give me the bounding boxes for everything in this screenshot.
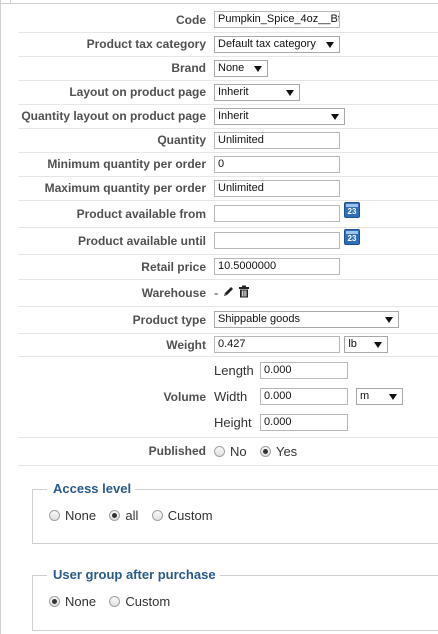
row-tax-category: Product tax category Default tax categor… [18, 32, 438, 57]
calendar-icon[interactable]: 23 [344, 202, 360, 218]
published-yes-label: Yes [275, 443, 298, 459]
user-group-fieldset: User group after purchase None Custom [32, 567, 438, 631]
product-type-value: Shippable goods [218, 313, 300, 325]
row-brand: Brand None [18, 56, 438, 81]
user-group-custom-label: Custom [125, 594, 171, 610]
row-published: Published No Yes [18, 437, 438, 466]
chevron-down-icon [385, 317, 393, 323]
row-retail-price: Retail price 10.5000000 [18, 254, 438, 280]
min-qty-input[interactable]: 0 [214, 155, 340, 173]
length-input[interactable]: 0.000 [260, 362, 348, 379]
weight-unit-value: lb [348, 338, 357, 350]
calendar-icon[interactable]: 23 [344, 229, 360, 245]
width-input[interactable]: 0.000 [260, 388, 348, 405]
layout-label: Layout on product page [18, 80, 210, 105]
row-product-type: Product type Shippable goods [18, 306, 438, 334]
row-volume: Volume Length 0.000 Width 0.000 m Height [18, 356, 438, 438]
published-yes-radio[interactable] [259, 445, 271, 457]
row-layout: Layout on product page Inherit [18, 80, 438, 105]
max-qty-input[interactable]: Unlimited [214, 179, 340, 197]
height-label: Height [214, 415, 252, 430]
product-params-table: Code Pumpkin_Spice_4oz__Btl Product tax … [18, 8, 438, 466]
access-all-radio[interactable] [109, 510, 121, 522]
product-form-panel: Code Pumpkin_Spice_4oz__Btl Product tax … [0, 0, 438, 634]
access-none-radio[interactable] [49, 510, 60, 522]
avail-from-label: Product available from [18, 200, 210, 228]
access-level-legend: Access level [47, 481, 136, 496]
access-level-fieldset: Access level None all Custom [32, 481, 438, 544]
brand-label: Brand [18, 56, 210, 81]
length-label: Length [214, 363, 254, 378]
user-group-none-radio[interactable] [49, 596, 60, 608]
layout-value: Inherit [218, 85, 249, 98]
row-qty-layout: Quantity layout on product page Inherit [18, 104, 438, 129]
code-input[interactable]: Pumpkin_Spice_4oz__Btl [214, 11, 340, 29]
qty-layout-label: Quantity layout on product page [18, 104, 210, 129]
weight-input[interactable]: 0.427 [214, 336, 340, 353]
qty-layout-value: Inherit [218, 109, 249, 122]
row-code: Code Pumpkin_Spice_4oz__Btl [18, 8, 438, 33]
chevron-down-icon [374, 342, 383, 348]
retail-price-input[interactable]: 10.5000000 [214, 258, 340, 275]
row-weight: Weight 0.427 lb [18, 333, 438, 357]
user-group-custom-radio[interactable] [109, 596, 121, 608]
width-label: Width [214, 389, 248, 404]
user-group-legend: User group after purchase [47, 567, 220, 582]
row-quantity: Quantity Unlimited [18, 128, 438, 153]
row-max-qty: Maximum quantity per order Unlimited [18, 176, 438, 201]
avail-until-input[interactable] [214, 232, 340, 249]
user-group-none-label: None [65, 594, 97, 610]
brand-value: None [218, 61, 245, 74]
volume-unit-value: m [360, 390, 370, 402]
row-min-qty: Minimum quantity per order 0 [18, 152, 438, 177]
volume-grid: Length 0.000 Width 0.000 m Height 0.000 [214, 358, 403, 436]
published-no-label: No [230, 443, 247, 459]
volume-unit-select[interactable]: m [356, 388, 403, 405]
published-no-radio[interactable] [214, 445, 225, 457]
brand-select[interactable]: None [214, 59, 268, 77]
tax-category-label: Product tax category [18, 32, 210, 57]
published-label: Published [18, 437, 210, 466]
chevron-down-icon [326, 41, 334, 48]
retail-price-label: Retail price [18, 254, 210, 280]
pencil-icon[interactable] [222, 285, 235, 301]
trash-icon[interactable] [238, 285, 250, 301]
panel-top-border [1, 0, 438, 4]
row-avail-from: Product available from 23 [18, 200, 438, 228]
height-input[interactable]: 0.000 [260, 414, 348, 431]
qty-layout-select[interactable]: Inherit [214, 107, 345, 125]
tax-category-value: Default tax category [218, 37, 316, 50]
weight-label: Weight [18, 333, 210, 357]
volume-label: Volume [18, 356, 210, 438]
tax-category-select[interactable]: Default tax category [214, 35, 340, 53]
layout-select[interactable]: Inherit [214, 83, 300, 101]
access-custom-radio[interactable] [151, 510, 163, 522]
user-group-options: None Custom [49, 594, 180, 609]
product-type-label: Product type [18, 306, 210, 334]
chevron-down-icon [254, 65, 262, 72]
avail-until-label: Product available until [18, 227, 210, 255]
access-none-label: None [65, 508, 97, 524]
warehouse-value: - [214, 285, 219, 300]
chevron-down-icon [331, 113, 339, 120]
code-label: Code [18, 8, 210, 33]
row-warehouse: Warehouse - [18, 279, 438, 307]
chevron-down-icon [389, 394, 397, 400]
min-qty-label: Minimum quantity per order [18, 152, 210, 177]
access-custom-label: Custom [167, 508, 213, 524]
chevron-down-icon [286, 89, 294, 96]
avail-from-input[interactable] [214, 205, 340, 222]
warehouse-label: Warehouse [18, 279, 210, 307]
access-level-options: None all Custom [49, 508, 223, 523]
row-avail-until: Product available until 23 [18, 227, 438, 255]
product-type-select[interactable]: Shippable goods [214, 311, 399, 328]
access-all-label: all [125, 508, 139, 524]
max-qty-label: Maximum quantity per order [18, 176, 210, 201]
weight-unit-select[interactable]: lb [344, 336, 389, 353]
quantity-input[interactable]: Unlimited [214, 131, 340, 149]
quantity-label: Quantity [18, 128, 210, 153]
